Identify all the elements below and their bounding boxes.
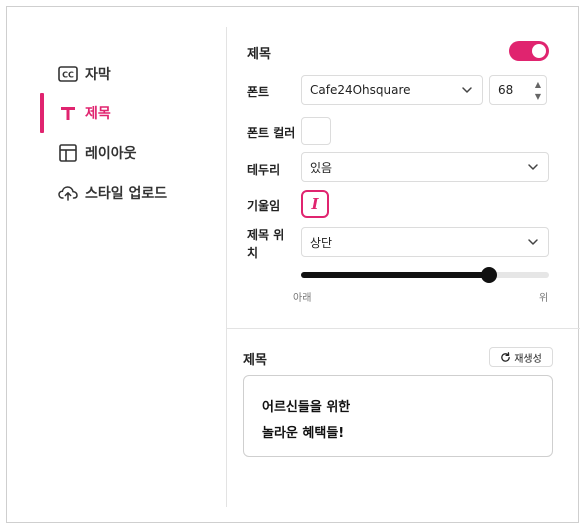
decrement-icon[interactable]: ▼ (532, 90, 544, 102)
chevron-down-icon (528, 239, 538, 245)
cloud-upload-icon (57, 182, 79, 204)
chevron-down-icon (462, 87, 472, 93)
slider-max-label: 위 (539, 293, 549, 304)
refresh-icon (501, 351, 510, 362)
sidebar-item-label: 제목 (85, 106, 111, 122)
sidebar-item-style-upload[interactable]: 스타일 업로드 (57, 181, 167, 205)
border-select[interactable]: 있음 (301, 152, 549, 182)
border-label: 테두리 (247, 163, 281, 177)
section-title: 제목 (247, 47, 271, 62)
title-preview-box: 어르신들을 위한 놀라운 혜택들! (243, 375, 553, 457)
preview-line-2: 놀라운 혜택들! (262, 426, 345, 441)
regenerate-label: 재생성 (514, 353, 542, 365)
font-color-swatch[interactable] (301, 117, 331, 145)
font-select-value: Cafe24Ohsquare (310, 83, 411, 97)
position-slider[interactable] (301, 267, 549, 283)
svg-text:CC: CC (62, 71, 74, 80)
title-t-icon (57, 102, 79, 124)
sidebar: CC 자막 제목 레이아웃 스타일 업로드 (7, 7, 227, 522)
chevron-down-icon (528, 164, 538, 170)
sidebar-item-label: 스타일 업로드 (85, 186, 168, 202)
font-color-label: 폰트 컬러 (247, 126, 296, 140)
sidebar-item-layout[interactable]: 레이아웃 (57, 141, 137, 165)
active-indicator (40, 93, 44, 133)
increment-icon[interactable]: ▲ (532, 78, 544, 90)
italic-label: 기울임 (247, 199, 281, 213)
font-select[interactable]: Cafe24Ohsquare (301, 75, 483, 105)
position-label-line2: 치 (247, 246, 259, 260)
title-enable-toggle[interactable] (509, 41, 549, 61)
preview-title: 제목 (243, 353, 267, 368)
slider-thumb[interactable] (481, 267, 498, 283)
sidebar-item-label: 레이아웃 (85, 146, 137, 162)
font-label: 폰트 (247, 85, 270, 99)
sidebar-item-label: 자막 (85, 67, 111, 83)
border-select-value: 있음 (310, 160, 333, 175)
title-settings-panel: 제목 폰트 Cafe24Ohsquare 68 ▲ ▼ 폰트 컬러 테두리 있음… (227, 7, 580, 522)
position-label-line1: 제목 위 (247, 228, 285, 242)
font-size-input[interactable]: 68 ▲ ▼ (489, 75, 547, 105)
preview-line-1: 어르신들을 위한 (262, 400, 351, 415)
layout-icon (57, 142, 79, 164)
horizontal-divider (227, 328, 580, 329)
font-size-value: 68 (498, 83, 514, 97)
italic-toggle-button[interactable]: I (301, 190, 329, 218)
position-select[interactable]: 상단 (301, 227, 549, 257)
settings-window: CC 자막 제목 레이아웃 스타일 업로드 제목 폰트 Cafe24Ohsqua… (6, 6, 580, 523)
italic-icon: I (311, 195, 319, 213)
toggle-knob (532, 44, 546, 58)
slider-fill (301, 272, 490, 278)
regenerate-button[interactable]: 재생성 (489, 347, 553, 367)
cc-icon: CC (57, 63, 79, 85)
sidebar-item-subtitles[interactable]: CC 자막 (57, 62, 111, 86)
position-select-value: 상단 (310, 235, 333, 250)
slider-min-label: 아래 (293, 293, 312, 304)
sidebar-item-title[interactable]: 제목 (57, 101, 111, 125)
